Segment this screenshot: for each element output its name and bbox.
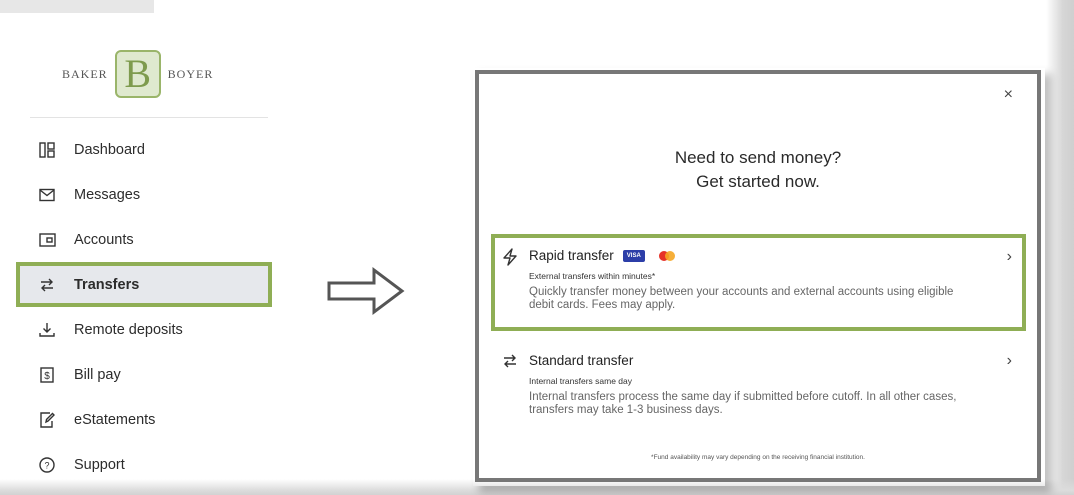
svg-text:$: $ — [44, 371, 50, 382]
rapid-transfer-title: Rapid transfer — [529, 248, 614, 263]
sidebar-item-label: Dashboard — [74, 141, 145, 158]
lightning-icon — [502, 248, 520, 266]
sidebar-item-dashboard[interactable]: Dashboard — [14, 127, 284, 172]
rapid-transfer-option[interactable]: Rapid transfer VISA External transfers w… — [491, 234, 1026, 331]
modal-heading: Need to send money? Get started now. — [479, 146, 1037, 194]
rapid-transfer-description: Quickly transfer money between your acco… — [529, 286, 954, 311]
chevron-right-icon: › — [1006, 248, 1012, 265]
dollar-bill-icon: $ — [38, 366, 56, 384]
standard-transfer-subtitle: Internal transfers same day — [529, 376, 632, 386]
sidebar-item-label: Transfers — [74, 276, 140, 293]
send-money-modal: × Need to send money? Get started now. R… — [475, 70, 1041, 482]
download-tray-icon — [38, 321, 56, 339]
logo-monogram-letter: B — [124, 51, 152, 96]
sidebar: BAKER B BOYER Dashboard Messages Account… — [14, 30, 284, 485]
svg-text:?: ? — [44, 460, 49, 470]
transfer-arrows-icon — [38, 276, 56, 294]
brand-logo[interactable]: BAKER B BOYER — [62, 44, 213, 104]
sidebar-item-label: Accounts — [74, 231, 134, 248]
sidebar-item-support[interactable]: ? Support — [14, 442, 284, 487]
standard-transfer-option[interactable]: Standard transfer Internal transfers sam… — [491, 342, 1026, 432]
help-circle-icon: ? — [38, 456, 56, 474]
modal-heading-line1: Need to send money? — [674, 148, 842, 167]
transfer-arrows-icon — [502, 353, 520, 371]
sidebar-item-transfers[interactable]: Transfers — [16, 262, 272, 307]
logo-word-left: BAKER — [62, 66, 108, 81]
sidebar-item-accounts[interactable]: Accounts — [14, 217, 284, 262]
rapid-transfer-subtitle: External transfers within minutes* — [529, 271, 656, 281]
modal-footnote: *Fund availability may vary depending on… — [651, 454, 865, 461]
edit-document-icon — [38, 411, 56, 429]
sidebar-item-label: Bill pay — [74, 366, 121, 383]
sidebar-item-estatements[interactable]: eStatements — [14, 397, 284, 442]
chevron-right-icon: › — [1006, 352, 1012, 369]
visa-card-icon: VISA — [622, 249, 645, 262]
standard-transfer-title: Standard transfer — [529, 353, 634, 368]
envelope-icon — [38, 186, 56, 204]
pointer-arrow-icon — [326, 266, 406, 321]
standard-transfer-description: Internal transfers process the same day … — [529, 391, 957, 416]
sidebar-item-label: Remote deposits — [74, 321, 183, 338]
sidebar-item-bill-pay[interactable]: $ Bill pay — [14, 352, 284, 397]
sidebar-item-remote-deposits[interactable]: Remote deposits — [14, 307, 284, 352]
page-edge-shadow-right — [1046, 0, 1074, 495]
sidebar-nav: Dashboard Messages Accounts Transfers Re… — [14, 127, 284, 487]
rapid-transfer-title-row: Rapid transfer VISA — [529, 248, 677, 263]
dashboard-icon — [38, 141, 56, 159]
logo-monogram: B — [114, 50, 161, 98]
sidebar-item-label: Messages — [74, 186, 141, 203]
corner-patch — [0, 0, 154, 13]
mastercard-icon — [658, 250, 677, 261]
sidebar-divider — [30, 117, 268, 118]
sidebar-item-label: eStatements — [74, 411, 156, 428]
sidebar-item-label: Support — [74, 456, 125, 473]
close-icon[interactable]: × — [1004, 86, 1013, 104]
modal-heading-line2: Get started now. — [696, 172, 820, 191]
sidebar-item-messages[interactable]: Messages — [14, 172, 284, 217]
accounts-icon — [38, 231, 56, 249]
logo-word-right: BOYER — [167, 66, 214, 81]
